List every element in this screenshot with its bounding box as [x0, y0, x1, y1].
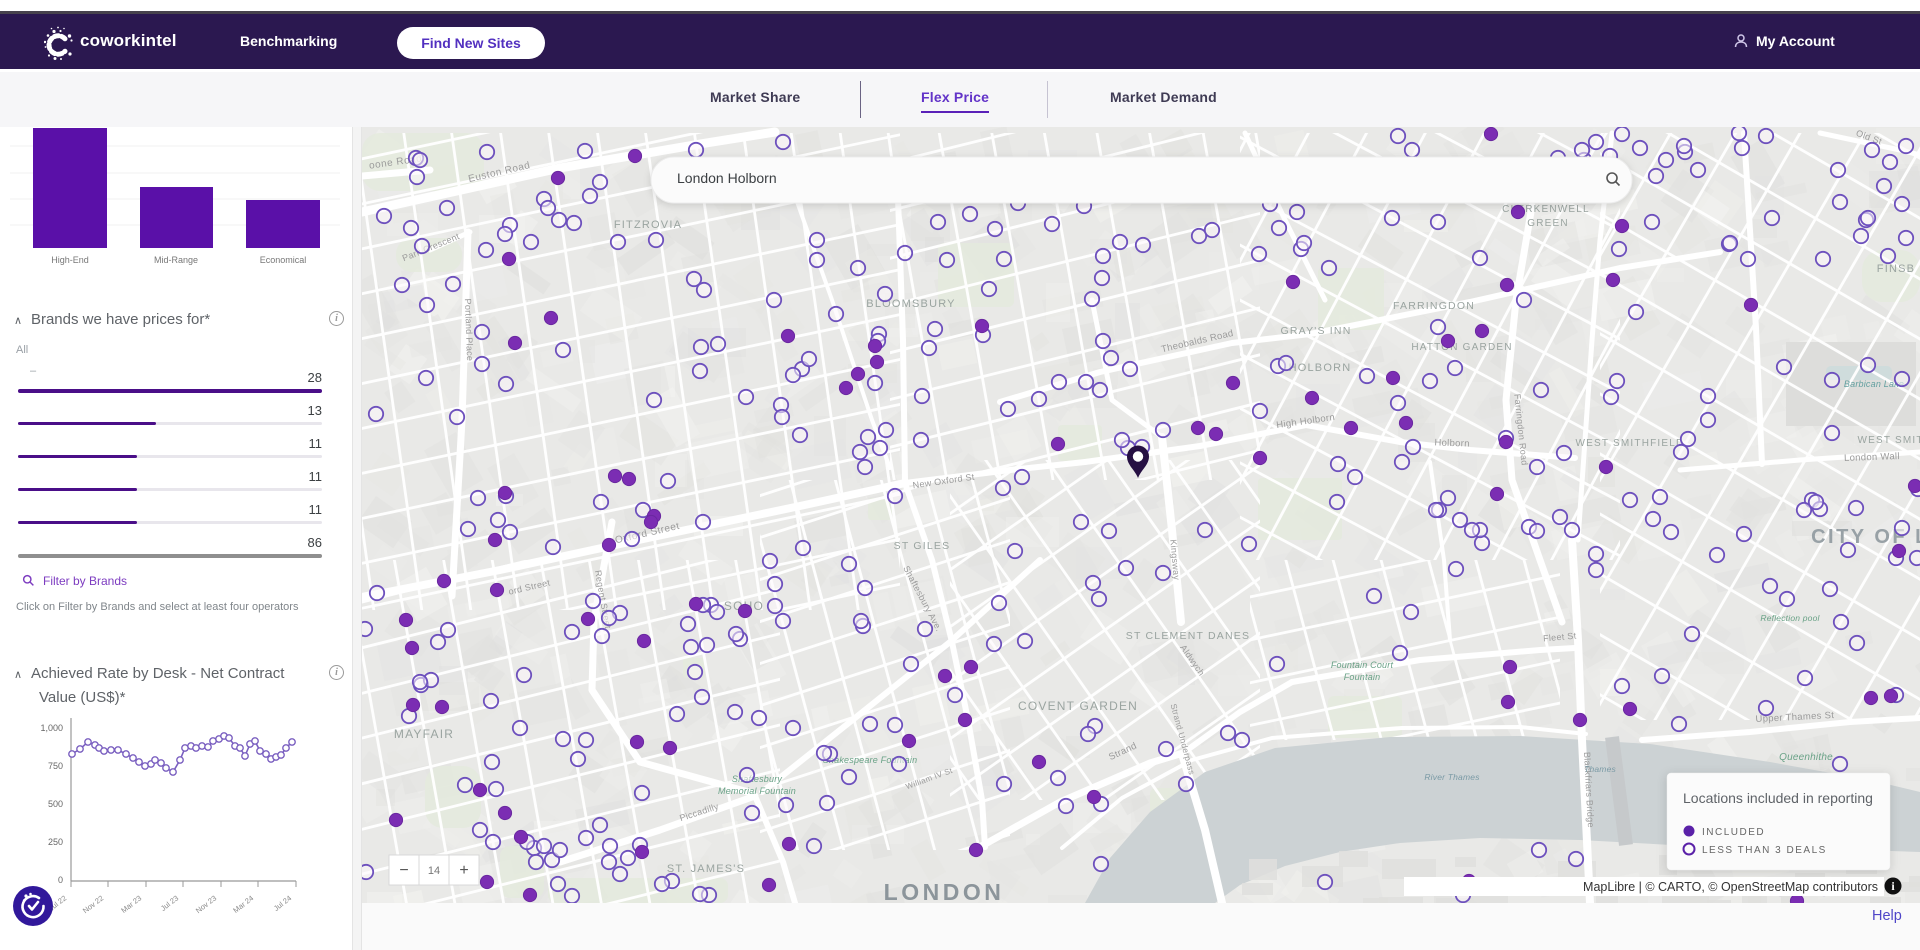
svg-text:1,000: 1,000 [40, 723, 63, 733]
svg-text:250: 250 [48, 837, 63, 847]
svg-text:500: 500 [48, 799, 63, 809]
svg-text:Mar 24: Mar 24 [231, 893, 255, 914]
svg-text:HATTON GARDEN: HATTON GARDEN [1411, 342, 1512, 353]
svg-text:London Wall: London Wall [1844, 451, 1900, 464]
svg-text:Locations included in reportin: Locations included in reporting [1683, 790, 1873, 806]
svg-text:Reflection pool: Reflection pool [1760, 613, 1820, 623]
svg-text:Nov 22: Nov 22 [81, 893, 105, 915]
svg-text:0: 0 [58, 875, 63, 885]
svg-text:High-End: High-End [51, 255, 89, 265]
svg-text:WEST SMITHFIELD: WEST SMITHFIELD [1576, 438, 1685, 449]
svg-text:Jul 23: Jul 23 [159, 893, 180, 912]
svg-text:River Thames: River Thames [1424, 772, 1480, 782]
svg-text:Holborn: Holborn [1434, 437, 1470, 449]
svg-text:LONDON: LONDON [884, 879, 1005, 903]
svg-text:+: + [459, 862, 468, 879]
svg-text:Thames: Thames [1584, 764, 1616, 774]
svg-text:WEST SMITHFIELD: WEST SMITHFIELD [1858, 435, 1920, 446]
svg-text:Mid-Range: Mid-Range [154, 255, 198, 265]
svg-text:GRAY'S INN: GRAY'S INN [1281, 325, 1352, 337]
svg-text:ST. JAMES'S: ST. JAMES'S [667, 863, 745, 875]
svg-text:Nov 23: Nov 23 [194, 893, 218, 915]
svg-text:14: 14 [428, 865, 440, 877]
svg-text:Jul 24: Jul 24 [272, 893, 293, 912]
svg-text:HOLBORN: HOLBORN [1289, 362, 1352, 374]
svg-text:MAYFAIR: MAYFAIR [394, 727, 454, 741]
svg-text:FITZROVIA: FITZROVIA [614, 219, 682, 231]
svg-text:FINSB: FINSB [1877, 263, 1915, 275]
svg-text:GREEN: GREEN [1527, 218, 1569, 229]
svg-text:−: − [399, 862, 408, 879]
svg-text:COVENT GARDEN: COVENT GARDEN [1018, 699, 1138, 713]
svg-text:FARRINGDON: FARRINGDON [1393, 300, 1475, 312]
svg-text:Fountain Court: Fountain Court [1331, 660, 1394, 670]
svg-text:London Holborn: London Holborn [677, 170, 777, 186]
svg-text:INCLUDED: INCLUDED [1702, 827, 1765, 838]
svg-text:ST CLEMENT DANES: ST CLEMENT DANES [1126, 630, 1250, 642]
svg-text:ST GILES: ST GILES [894, 540, 951, 552]
svg-text:Fountain: Fountain [1344, 672, 1381, 682]
svg-text:Memorial Fountain: Memorial Fountain [718, 786, 796, 796]
svg-text:Queenhithe: Queenhithe [1779, 752, 1833, 763]
svg-text:Economical: Economical [260, 255, 307, 265]
svg-text:LESS THAN 3 DEALS: LESS THAN 3 DEALS [1702, 845, 1827, 856]
svg-text:Mar 23: Mar 23 [119, 893, 143, 914]
svg-text:MapLibre | © CARTO, © OpenStre: MapLibre | © CARTO, © OpenStreetMap cont… [1583, 880, 1878, 894]
svg-text:750: 750 [48, 761, 63, 771]
